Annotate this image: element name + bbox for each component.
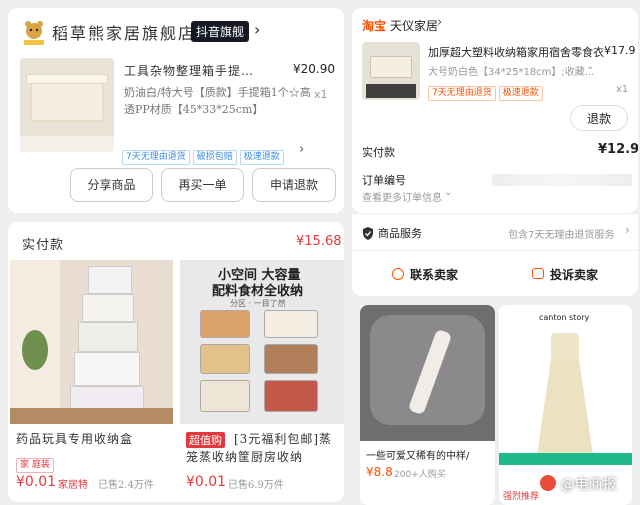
right-rec-note-2: 强烈推荐: [503, 492, 540, 502]
chevron-right-icon[interactable]: ›: [299, 142, 304, 157]
right-rec-sold-1: 200+人购买: [394, 470, 446, 480]
contact-seller-label: 联系卖家: [410, 268, 459, 282]
shop-badge: 抖音旗舰: [191, 21, 250, 42]
service-detail[interactable]: 包含7天无理由退货服务: [508, 226, 614, 241]
shop-logo: [22, 20, 46, 46]
brand-name: canton story: [539, 313, 590, 322]
watermark: @电商报: [540, 474, 616, 494]
rec-card-2[interactable]: 小空间 大容量 配料食材全收纳 分区 · 一目了然 超值购 [3元福利包邮]蒸笼…: [180, 260, 344, 500]
paid-amount-right: ¥12.9: [598, 142, 638, 157]
paid-amount: ¥15.68: [296, 234, 342, 249]
tag-fast-refund: 极速退款: [239, 150, 284, 165]
banner-mid: 配料食材全收纳: [212, 284, 304, 299]
chevron-down-icon[interactable]: ⌄: [586, 61, 594, 72]
right-rec-image-1: [360, 305, 495, 441]
right-rec-title-1: 一些可爱又稀有的中样/: [366, 451, 470, 462]
watermark-text: @电商报: [560, 477, 617, 493]
shield-icon: [362, 225, 374, 240]
product-price: ¥20.90: [293, 62, 335, 76]
complain-seller-label: 投诉卖家: [550, 268, 599, 282]
order-no-label: 订单编号: [362, 174, 406, 187]
weibo-icon: [540, 475, 556, 491]
left-paid-card: 实付款 ¥15.68 药品玩具专用收纳盒 家 庭装 ¥0.01 家居特 已售2.…: [8, 222, 344, 502]
rec-tag-1: 家 庭装: [16, 452, 57, 473]
tag-7day-right: 7天无理由退货: [428, 86, 496, 101]
product-title-right[interactable]: 加厚超大塑料收纳箱家用宿舍零食衣: [428, 44, 604, 60]
more-order-info[interactable]: 查看更多订单信息: [362, 189, 442, 204]
tag-damage: 破损包赔: [192, 150, 237, 165]
product-qty: x1: [314, 88, 328, 101]
smile-icon: [392, 268, 404, 280]
shop-name-right[interactable]: 天仪家居: [390, 17, 438, 34]
contact-seller-button[interactable]: 联系卖家: [392, 266, 472, 286]
buy-again-button[interactable]: 再买一单: [161, 168, 244, 202]
product-title[interactable]: 工具杂物整理箱手提…: [124, 62, 254, 79]
left-order-card: 稻草熊家居旗舰店 抖音旗舰 › 工具杂物整理箱手提… ¥20.90 奶油白/特大…: [8, 8, 344, 213]
product-price-right: ¥17.9: [604, 44, 636, 57]
service-tags: 7天无理由退货 破损包赔 极速退款: [122, 144, 287, 165]
right-rec-image-2: canton story: [499, 305, 632, 465]
paid-label: 实付款: [22, 238, 65, 253]
banner-small: 分区 · 一目了然: [230, 299, 286, 308]
request-refund-button[interactable]: 申请退款: [252, 168, 336, 202]
taobao-logo: 淘宝: [362, 19, 387, 33]
product-image[interactable]: [20, 58, 114, 152]
divider: [352, 250, 638, 251]
rec-sale-tag-1: 家居特: [58, 480, 88, 491]
complain-seller-button[interactable]: 投诉卖家: [532, 266, 612, 286]
product-spec: 奶油白/特大号【质款】手提箱1个☆高透PP材质【45*33*25cm】: [124, 86, 311, 116]
right-rec-card-1[interactable]: 一些可爱又稀有的中样/ ¥8.8 200+人购买: [360, 305, 495, 505]
rec-price-2: ¥0.01: [186, 474, 227, 490]
product-qty-right: x1: [616, 84, 629, 95]
shop-name[interactable]: 稻草熊家居旗舰店: [52, 20, 196, 44]
order-no-redacted: [492, 174, 632, 186]
rec-title-2: [3元福利包邮]蒸笼蒸收纳筐厨房收纳: [186, 432, 332, 464]
rec-image-1: [10, 260, 173, 424]
rec-sold-1: 已售2.4万件: [98, 480, 154, 491]
product-image-right[interactable]: [362, 42, 420, 100]
chevron-right-icon[interactable]: ›: [254, 20, 260, 39]
service-label: 商品服务: [378, 227, 422, 240]
chat-bubble-icon: [532, 268, 544, 279]
right-order-card: 淘宝 天仪家居 › 加厚超大塑料收纳箱家用宿舍零食衣 ¥17.9 大号奶白色【3…: [352, 8, 638, 213]
product-spec-right[interactable]: 大号奶白色【34*25*18cm】;收藏...: [428, 63, 594, 78]
paid-label-right: 实付款: [362, 146, 395, 159]
chevron-down-icon[interactable]: ⌄: [444, 187, 452, 198]
rec-sold-2: 已售6.9万件: [228, 480, 284, 491]
refund-button[interactable]: 退款: [570, 105, 628, 131]
rec-card-1[interactable]: 药品玩具专用收纳盒 家 庭装 ¥0.01 家居特 已售2.4万件: [10, 260, 175, 500]
service-tags-right: 7天无理由退货 极速退款: [428, 80, 546, 101]
tag-7day: 7天无理由退货: [122, 150, 190, 165]
share-product-button[interactable]: 分享商品: [70, 168, 153, 202]
chevron-right-icon[interactable]: ›: [437, 15, 442, 30]
right-rec-price-1: ¥8.8: [366, 465, 393, 479]
rec-price-1: ¥0.01: [16, 474, 57, 490]
right-service-card: 商品服务 包含7天无理由退货服务 › 联系卖家 投诉卖家: [352, 214, 638, 296]
rec-image-2: 小空间 大容量 配料食材全收纳 分区 · 一目了然: [180, 260, 344, 424]
chevron-right-icon[interactable]: ›: [625, 223, 630, 237]
rec-title-1: 药品玩具专用收纳盒: [16, 432, 134, 446]
tag-fast-refund-right: 极速退款: [498, 86, 543, 101]
